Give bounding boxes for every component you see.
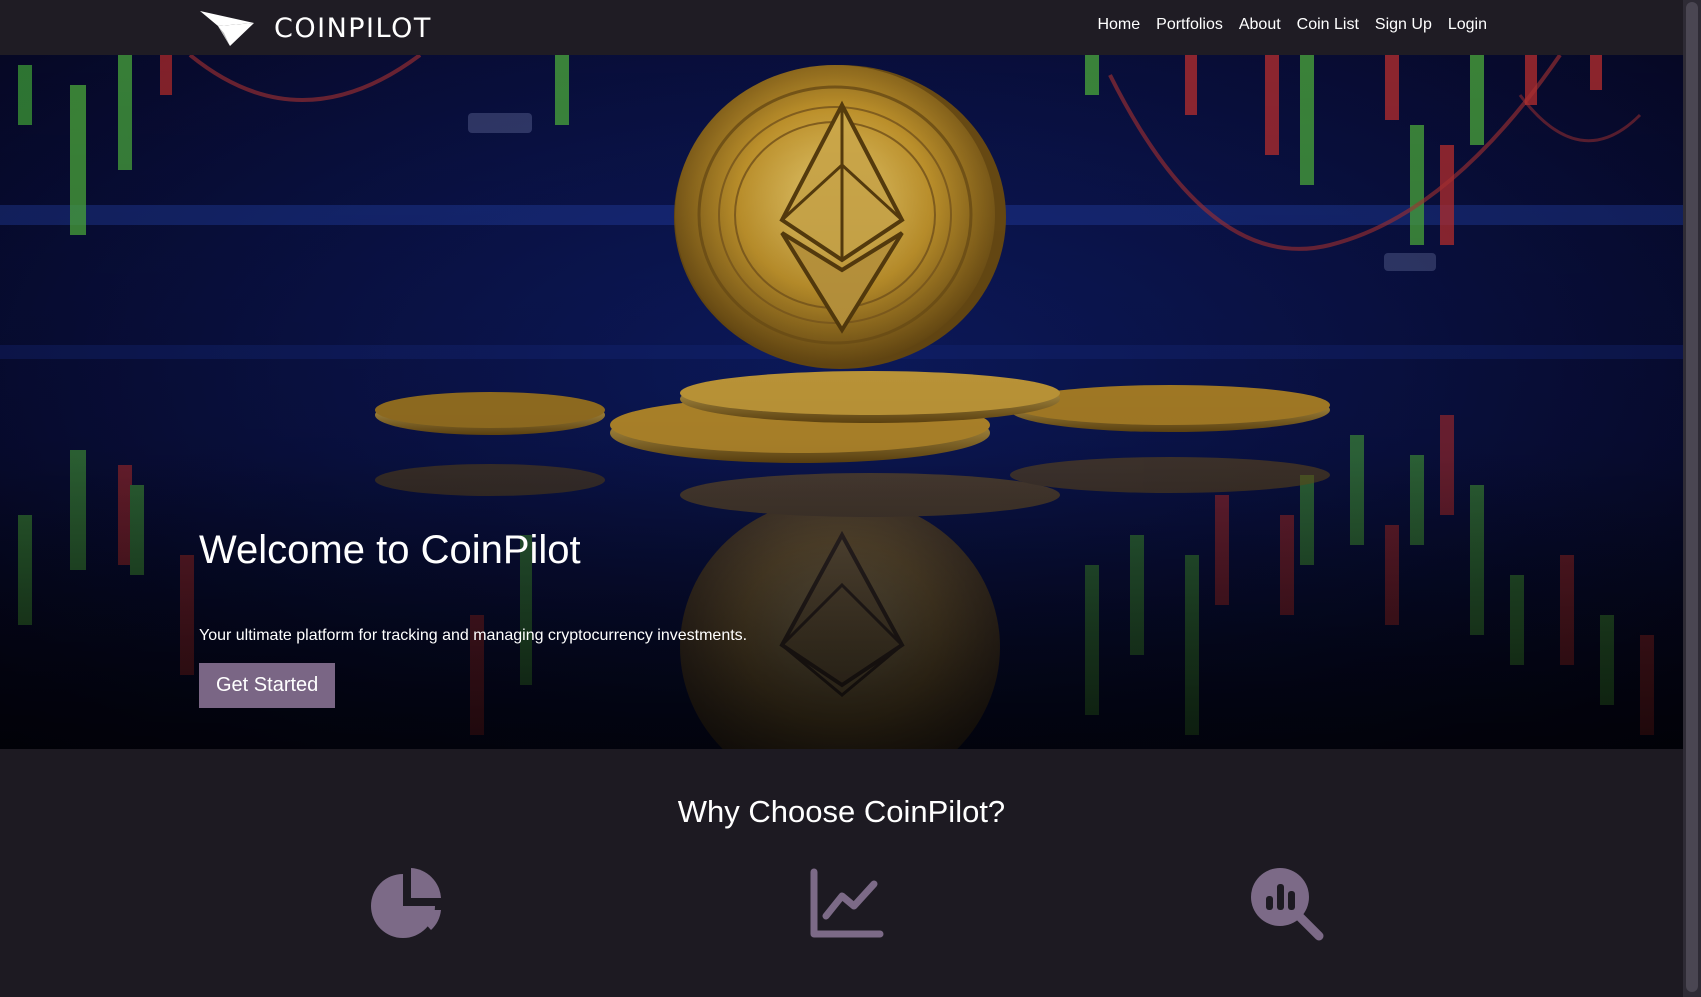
hero-content: Welcome to CoinPilot Your ultimate platf…: [199, 528, 747, 708]
hero-subtitle: Your ultimate platform for tracking and …: [199, 627, 748, 644]
navbar: COINPILOT Home Portfolios About Coin Lis…: [0, 0, 1683, 55]
why-section: Why Choose CoinPilot?: [0, 749, 1683, 997]
search-analytics-icon: [1251, 868, 1324, 941]
nav-coin-list[interactable]: Coin List: [1297, 16, 1359, 34]
brand-name: COINPILOT: [274, 12, 432, 44]
nav-home[interactable]: Home: [1097, 16, 1140, 34]
nav-portfolios[interactable]: Portfolios: [1156, 16, 1223, 34]
hero-title: Welcome to CoinPilot: [199, 528, 581, 572]
scrollbar-thumb[interactable]: [1686, 2, 1698, 992]
scrollbar[interactable]: [1683, 0, 1701, 997]
nav-sign-up[interactable]: Sign Up: [1375, 16, 1432, 34]
nav-about[interactable]: About: [1239, 16, 1281, 34]
line-chart-icon: [810, 868, 884, 938]
main-column: COINPILOT Home Portfolios About Coin Lis…: [0, 0, 1683, 997]
nav-login[interactable]: Login: [1448, 16, 1487, 34]
get-started-button[interactable]: Get Started: [199, 663, 336, 708]
page: COINPILOT Home Portfolios About Coin Lis…: [0, 0, 1701, 997]
why-title: Why Choose CoinPilot?: [677, 794, 1006, 829]
nav-links: Home Portfolios About Coin List Sign Up …: [1097, 16, 1487, 34]
hero-section: Welcome to CoinPilot Your ultimate platf…: [0, 55, 1683, 749]
paper-plane-icon: [200, 11, 254, 46]
brand[interactable]: COINPILOT: [200, 9, 432, 47]
pie-chart-icon: [371, 868, 441, 938]
